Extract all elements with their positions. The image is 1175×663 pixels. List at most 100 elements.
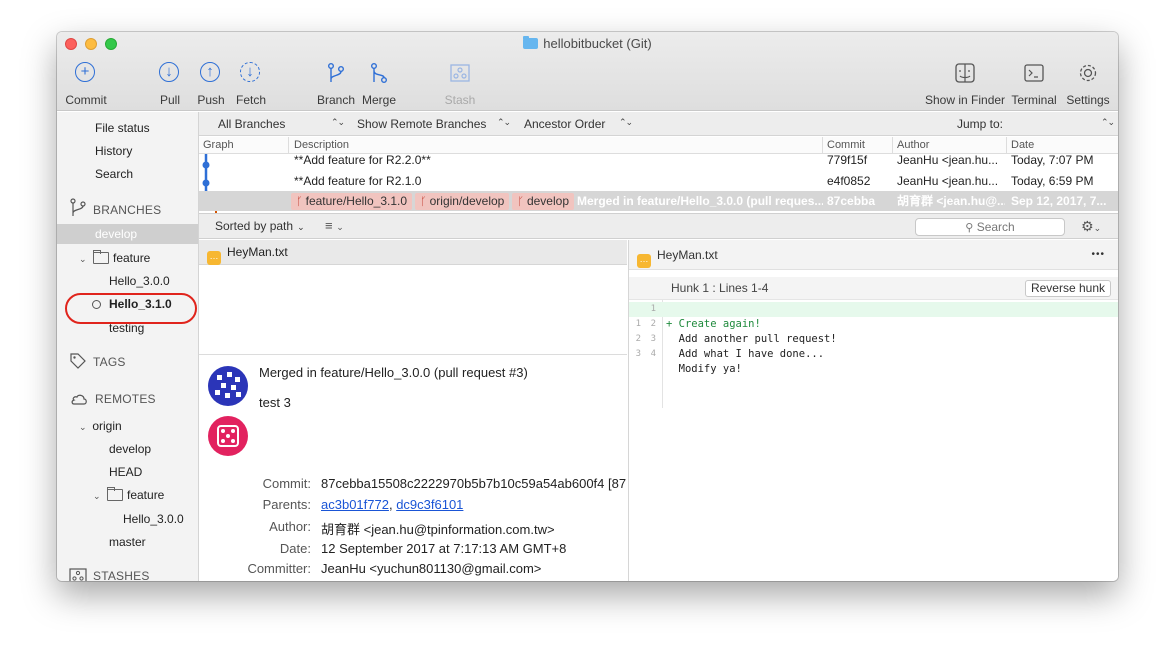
highlight-annotation: [65, 293, 197, 324]
branch-icon: ᚴ: [420, 196, 427, 208]
branch-icon: [70, 198, 86, 216]
settings-button[interactable]: Settings: [1066, 62, 1110, 108]
terminal-icon: [1024, 64, 1044, 82]
column-date[interactable]: Date: [1011, 139, 1034, 151]
commit-button[interactable]: + Commit: [65, 62, 107, 108]
file-list-toolbar: Sorted by path ⌄ ≡ ⌄ ⚲ Search ⚙⌄: [199, 213, 1118, 239]
diff-line: 34 Modify ya!: [635, 349, 742, 375]
column-description[interactable]: Description: [294, 139, 349, 151]
updown-chevron-icon: ⌃⌄: [497, 117, 511, 127]
modified-file-icon: …: [637, 254, 651, 268]
updown-chevron-icon: ⌃⌄: [331, 117, 345, 127]
sidebar-remote-master[interactable]: master: [57, 532, 198, 552]
tags-section-header[interactable]: TAGS: [69, 352, 126, 370]
stashes-section-header[interactable]: STASHES: [69, 568, 150, 581]
commit-author: 胡育群 <jean.hu@tpinformation.com.tw>: [321, 522, 555, 537]
sidebar-item-search[interactable]: Search: [57, 164, 198, 184]
commit-list-header: Graph Description Commit Author Date: [199, 137, 1118, 154]
sidebar-folder-feature[interactable]: ⌄ feature: [57, 248, 198, 269]
branch-icon: [328, 63, 344, 82]
commit-parents: ac3b01f772, dc9c3f6101: [321, 497, 464, 512]
branches-section-header[interactable]: BRANCHES: [69, 198, 161, 218]
updown-chevron-icon: ⌃⌄: [619, 117, 633, 127]
column-graph[interactable]: Graph: [203, 139, 234, 151]
hunk-header: Hunk 1 : Lines 1-4 Reverse hunk: [629, 277, 1118, 300]
avatar: [208, 366, 248, 406]
diff-line: 1 + Create again!: [629, 302, 1118, 330]
avatar: [208, 416, 248, 456]
more-options-icon[interactable]: •••: [1091, 240, 1105, 270]
commit-row[interactable]: **Add feature for R2.2.0** 779f15f JeanH…: [199, 153, 1118, 170]
show-in-finder-button[interactable]: Show in Finder: [925, 62, 1005, 108]
branch-icon: ᚴ: [517, 196, 524, 208]
gear-icon: [1079, 64, 1097, 82]
arrow-down-circle-icon: ↓: [159, 62, 181, 84]
commit-committer: JeanHu <yuchun801130@gmail.com>: [321, 561, 542, 576]
commit-row[interactable]: **Add feature for R2.1.0 e4f0852 JeanHu …: [199, 171, 1118, 191]
column-commit[interactable]: Commit: [827, 139, 865, 151]
sidebar-remote-hello-300[interactable]: Hello_3.0.0: [57, 509, 198, 529]
folder-icon: [107, 487, 123, 501]
branch-icon: ᚴ: [296, 196, 303, 208]
commit-details: Merged in feature/Hello_3.0.0 (pull requ…: [199, 354, 627, 581]
finder-icon: [955, 63, 975, 83]
sidebar: File status History Search BRANCHES deve…: [57, 112, 199, 581]
file-item-selected[interactable]: … HeyMan.txt: [199, 240, 627, 265]
commit-row-selected[interactable]: ᚴ feature/Hello_3.1.0 ᚴ origin/develop ᚴ deve…: [199, 191, 1118, 211]
branch-filter-select[interactable]: All Branches: [218, 117, 285, 131]
sidebar-item-file-status[interactable]: File status: [57, 118, 198, 138]
stash-button[interactable]: Stash: [443, 62, 477, 108]
terminal-button[interactable]: Terminal: [1011, 62, 1057, 108]
plus-circle-icon: +: [75, 62, 97, 84]
stash-icon: [450, 64, 470, 82]
commit-date: 12 September 2017 at 7:17:13 AM GMT+8: [321, 541, 567, 556]
tag-icon: [70, 353, 86, 369]
main-toolbar: hellobitbucket (Git) + Commit ↓ Pull ↑ P…: [57, 32, 1118, 111]
diff-line: 12 Add another pull request!: [635, 319, 837, 345]
sidebar-remote-develop[interactable]: develop: [57, 439, 198, 459]
column-author[interactable]: Author: [897, 139, 929, 151]
order-select[interactable]: Ancestor Order: [524, 117, 605, 131]
parent-link[interactable]: dc9c3f6101: [396, 497, 463, 512]
fetch-dashed-circle-icon: ↓: [240, 62, 262, 84]
jump-to-label: Jump to:: [957, 117, 1004, 131]
fetch-button[interactable]: ↓ Fetch: [234, 62, 268, 108]
stash-icon: [69, 568, 87, 581]
sidebar-remote-origin[interactable]: ⌄ origin: [57, 416, 198, 437]
sourcetree-window: hellobitbucket (Git) + Commit ↓ Pull ↑ P…: [57, 32, 1118, 581]
commit-body: test 3: [259, 395, 291, 410]
gear-menu-icon[interactable]: ⚙⌄: [1081, 218, 1101, 235]
branch-tag-feature-hello-310[interactable]: ᚴ feature/Hello_3.1.0: [291, 193, 413, 210]
remote-branches-select[interactable]: Show Remote Branches: [357, 117, 486, 131]
sidebar-item-history[interactable]: History: [57, 141, 198, 161]
arrow-up-circle-icon: ↑: [200, 62, 222, 84]
search-input[interactable]: ⚲ Search: [915, 218, 1065, 236]
remotes-section-header[interactable]: REMOTES: [69, 391, 156, 407]
folder-icon: [93, 250, 109, 264]
branch-tag-develop[interactable]: ᚴ develop: [512, 193, 574, 210]
reverse-hunk-button[interactable]: Reverse hunk: [1024, 280, 1111, 297]
history-filter-bar: All Branches ⌃⌄ Show Remote Branches ⌃⌄ …: [199, 112, 1118, 136]
sort-select[interactable]: Sorted by path ⌄: [215, 219, 305, 233]
diff-pane: … HeyMan.txt ••• Hunk 1 : Lines 1-4 Rever…: [628, 240, 1118, 581]
chevron-down-icon[interactable]: ⌄: [79, 249, 89, 269]
merge-icon: [371, 63, 387, 83]
merge-button[interactable]: Merge: [362, 62, 396, 108]
jump-to-chevron-icon[interactable]: ⌃⌄: [1101, 117, 1115, 128]
modified-file-icon: …: [207, 251, 221, 265]
chevron-down-icon: ⌄: [297, 222, 305, 232]
sidebar-remote-folder-feature[interactable]: ⌄ feature: [57, 485, 198, 506]
parent-link[interactable]: ac3b01f772: [321, 497, 389, 512]
sidebar-branch-hello-300[interactable]: Hello_3.0.0: [57, 271, 198, 291]
list-view-icon[interactable]: ≡ ⌄: [325, 218, 344, 233]
chevron-down-icon[interactable]: ⌄: [79, 417, 89, 437]
commit-hash: 87cebba15508c2222970b5b7b10c59a54ab600f4…: [321, 476, 627, 491]
branch-tag-origin-develop[interactable]: ᚴ origin/develop: [415, 193, 510, 210]
commit-message: Merged in feature/Hello_3.0.0 (pull requ…: [259, 365, 528, 380]
window-title: hellobitbucket (Git): [57, 36, 1118, 51]
chevron-down-icon[interactable]: ⌄: [93, 486, 103, 506]
folder-icon: [523, 36, 539, 49]
sidebar-remote-head[interactable]: HEAD: [57, 462, 198, 482]
sidebar-branch-develop[interactable]: develop: [57, 224, 198, 244]
search-icon: ⚲: [965, 222, 974, 234]
